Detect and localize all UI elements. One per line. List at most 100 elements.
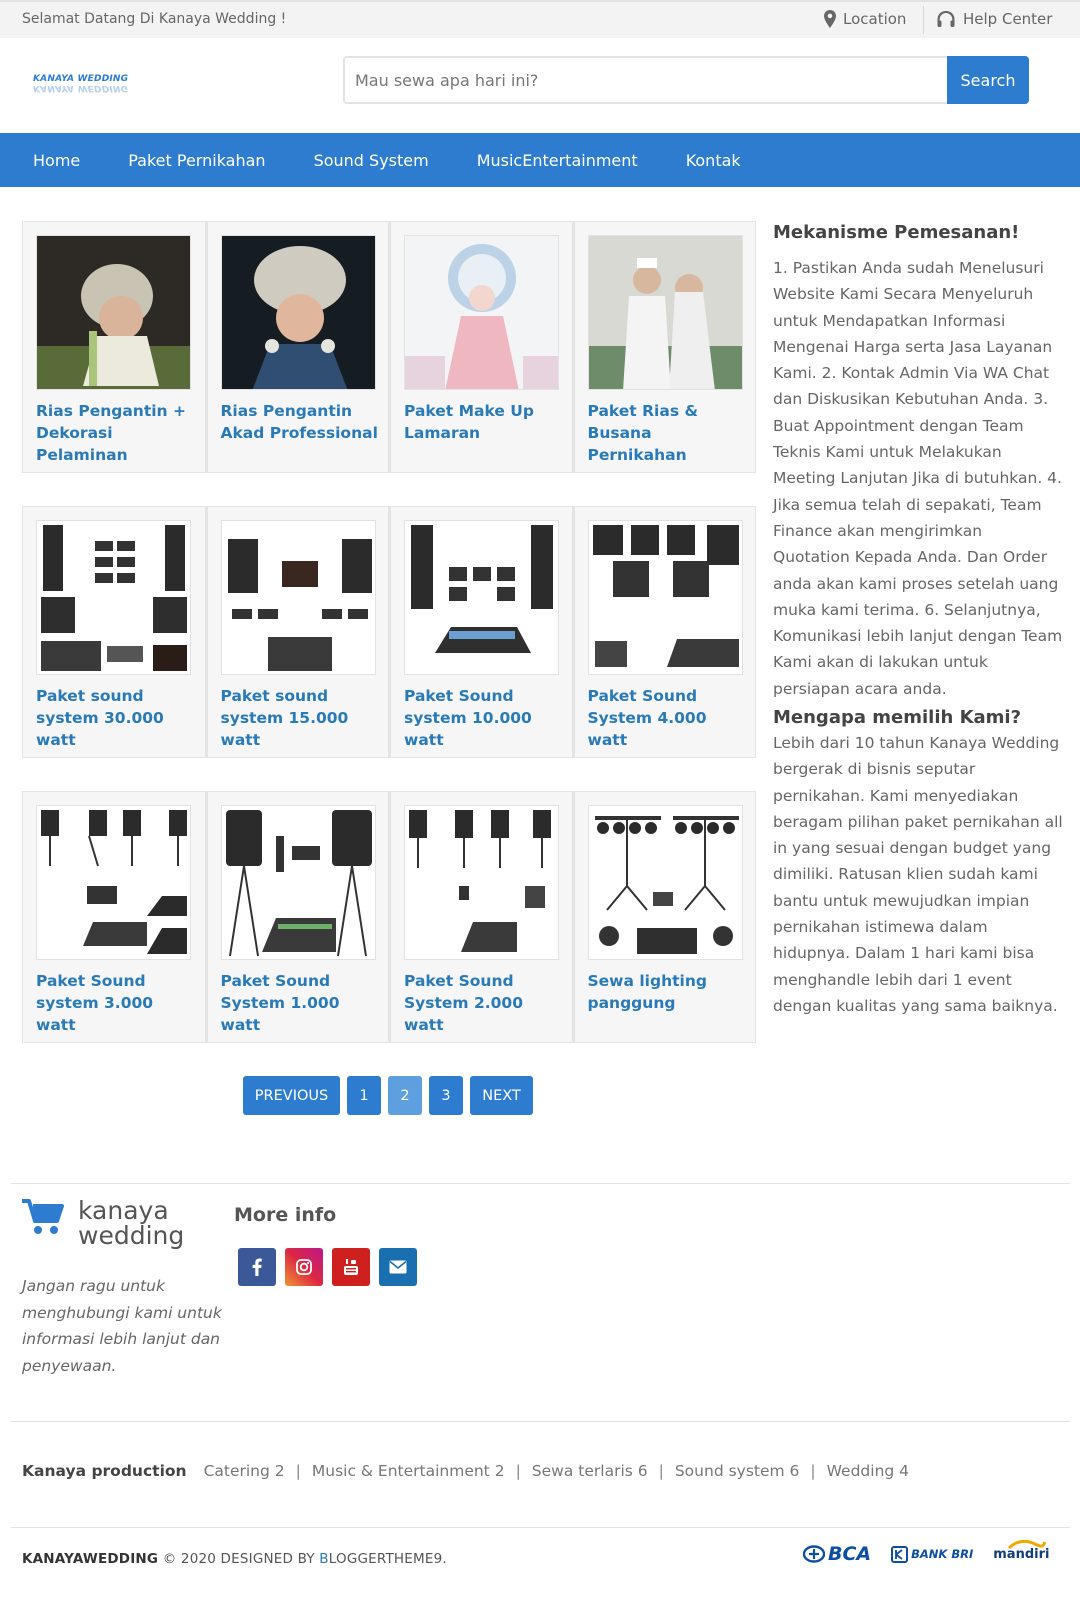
designer-link[interactable]: BLOGGERTHEME9 [319, 1551, 442, 1567]
product-image[interactable] [220, 520, 376, 675]
product-image[interactable] [36, 235, 191, 390]
map-pin-icon [824, 10, 836, 28]
product-card[interactable]: Rias Pengantin + Dekorasi Pelaminan [22, 221, 206, 473]
search-bar: Search [343, 56, 1029, 104]
footer-brand: kanaya wedding [22, 1198, 184, 1248]
product-card[interactable]: Paket Sound System 4.000 watt [572, 506, 756, 758]
product-title[interactable]: Paket sound system 15.000 watt [221, 685, 381, 751]
search-input[interactable] [345, 58, 949, 102]
search-button[interactable]: Search [947, 56, 1029, 104]
label-music-entertainment[interactable]: Music & Entertainment 2 [312, 1462, 505, 1480]
social-links [238, 1248, 417, 1286]
product-card[interactable]: Paket sound system 30.000 watt [22, 506, 206, 758]
product-card[interactable]: Paket Make Up Lamaran [389, 221, 573, 473]
label-sound-system[interactable]: Sound system 6 [675, 1462, 800, 1480]
label-separator: | [515, 1462, 521, 1480]
previous-page-button[interactable]: PREVIOUS [243, 1076, 340, 1115]
nav-item-music-entertainment[interactable]: MusicEntertainment [477, 151, 638, 170]
product-title[interactable]: Paket Sound system 3.000 watt [36, 970, 196, 1036]
designer-initial: B [319, 1551, 329, 1567]
welcome-text: Selamat Datang Di Kanaya Wedding ! [22, 11, 287, 27]
product-title[interactable]: Paket sound system 30.000 watt [36, 685, 196, 751]
page-2-button[interactable]: 2 [388, 1076, 422, 1115]
site-logo[interactable]: KANAYA WEDDING KANAYA WEDDING [33, 74, 128, 93]
mandiri-logo: mandiri [993, 1539, 1049, 1562]
headphones-icon [937, 11, 955, 27]
copyright: KANAYAWEDDING © 2020 DESIGNED BY BLOGGER… [22, 1551, 447, 1567]
help-center-label: Help Center [963, 10, 1053, 28]
footer-divider [11, 1527, 1070, 1528]
product-card[interactable]: Paket Rias & Busana Pernikahan [572, 221, 756, 473]
instagram-button[interactable] [285, 1248, 323, 1286]
why-us-heading: Mengapa memilih Kami? [773, 707, 1022, 728]
label-separator: | [658, 1462, 664, 1480]
product-image[interactable] [404, 805, 559, 960]
product-title[interactable]: Paket Sound System 2.000 watt [404, 970, 564, 1036]
label-catering[interactable]: Catering 2 [204, 1462, 285, 1480]
product-card[interactable]: Paket Sound system 3.000 watt [22, 791, 206, 1043]
label-sewa-terlaris[interactable]: Sewa terlaris 6 [532, 1462, 648, 1480]
product-card[interactable]: Paket Sound System 1.000 watt [205, 791, 389, 1043]
ordering-heading: Mekanisme Pemesanan! [773, 222, 1020, 243]
label-wedding[interactable]: Wedding 4 [827, 1462, 909, 1480]
product-title[interactable]: Paket Sound system 10.000 watt [404, 685, 564, 751]
facebook-icon [252, 1258, 262, 1276]
product-row: Paket Sound system 3.000 watt Paket Soun… [22, 791, 756, 1043]
product-card[interactable]: Sewa lighting panggung [572, 791, 756, 1043]
product-image[interactable] [587, 235, 743, 390]
product-image[interactable] [404, 235, 559, 390]
product-card[interactable]: Rias Pengantin Akad Professional [205, 221, 389, 473]
shopping-cart-icon [22, 1199, 64, 1234]
top-bar: Selamat Datang Di Kanaya Wedding ! Locat… [0, 0, 1080, 38]
product-title[interactable]: Paket Sound System 1.000 watt [221, 970, 381, 1036]
product-image[interactable] [404, 520, 559, 675]
bri-logo: BANK BRI [891, 1545, 973, 1563]
footer-description: Jangan ragu untuk menghubungi kami untuk… [22, 1277, 222, 1375]
mandiri-wave-icon [1008, 1539, 1047, 1549]
product-title[interactable]: Paket Make Up Lamaran [404, 400, 564, 444]
product-image[interactable] [587, 805, 743, 960]
label-separator: | [295, 1462, 301, 1480]
product-row: Paket sound system 30.000 watt Paket sou… [22, 506, 756, 758]
copyright-end: . [442, 1551, 447, 1567]
youtube-button[interactable] [332, 1248, 370, 1286]
brand-line-2: wedding [78, 1221, 185, 1250]
product-image[interactable] [36, 520, 191, 675]
footer-divider [11, 1183, 1070, 1184]
facebook-button[interactable] [238, 1248, 276, 1286]
product-card[interactable]: Paket Sound System 2.000 watt [389, 791, 573, 1043]
bri-mark-icon [891, 1545, 909, 1563]
page-1-button[interactable]: 1 [347, 1076, 381, 1115]
product-title[interactable]: Rias Pengantin + Dekorasi Pelaminan [36, 400, 196, 466]
product-title[interactable]: Paket Rias & Busana Pernikahan [588, 400, 748, 466]
product-image[interactable] [36, 805, 191, 960]
copyright-brand[interactable]: KANAYAWEDDING [22, 1551, 158, 1567]
next-page-button[interactable]: NEXT [470, 1076, 533, 1115]
copyright-text: © 2020 DESIGNED BY [162, 1551, 315, 1567]
nav-item-sound-system[interactable]: Sound System [314, 151, 429, 170]
product-image[interactable] [220, 235, 376, 390]
more-info-heading: More info [234, 1204, 337, 1226]
page-3-button[interactable]: 3 [429, 1076, 463, 1115]
product-title[interactable]: Paket Sound System 4.000 watt [588, 685, 748, 751]
labels-title: Kanaya production [22, 1462, 187, 1480]
instagram-icon [296, 1259, 312, 1275]
product-title[interactable]: Rias Pengantin Akad Professional [221, 400, 381, 444]
bank-logos: BCA BANK BRI mandiri [803, 1539, 1049, 1565]
nav-item-kontak[interactable]: Kontak [686, 151, 741, 170]
nav-item-home[interactable]: Home [33, 151, 80, 170]
bca-mark-icon [803, 1545, 825, 1563]
label-separator: | [810, 1462, 816, 1480]
product-card[interactable]: Paket sound system 15.000 watt [205, 506, 389, 758]
product-title[interactable]: Sewa lighting panggung [588, 970, 748, 1014]
location-link[interactable]: Location [824, 10, 906, 28]
bca-text: BCA [828, 1543, 872, 1565]
product-image[interactable] [220, 805, 376, 960]
sidebar-why-us: Mengapa memilih Kami? Lebih dari 10 tahu… [773, 707, 1063, 1019]
designer-name: LOGGERTHEME9 [328, 1551, 443, 1567]
nav-item-paket-pernikahan[interactable]: Paket Pernikahan [128, 151, 265, 170]
email-button[interactable] [379, 1248, 417, 1286]
product-image[interactable] [587, 520, 743, 675]
help-center-link[interactable]: Help Center [936, 10, 1052, 28]
product-card[interactable]: Paket Sound system 10.000 watt [389, 506, 573, 758]
